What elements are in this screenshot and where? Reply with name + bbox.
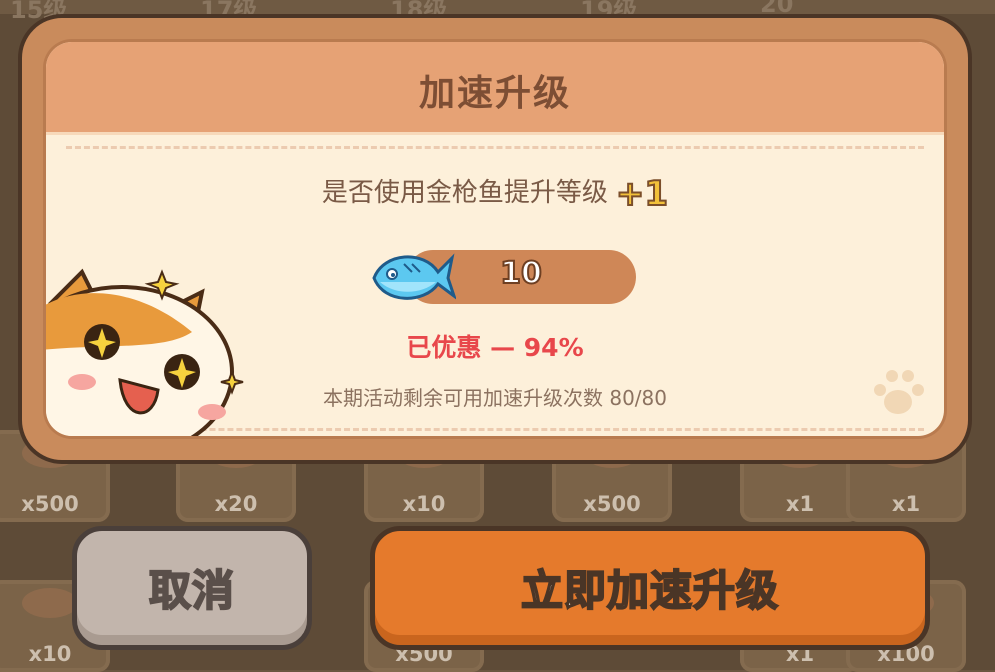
cat-mascot-icon <box>46 268 244 436</box>
tuna-fish-icon <box>372 253 456 300</box>
tile-quantity: x1 <box>785 492 815 516</box>
dialog-title: 加速升级 <box>418 73 571 114</box>
paw-print-icon <box>874 370 924 414</box>
tile-quantity: x1 <box>891 492 921 516</box>
upgrade-question: 是否使用金枪鱼提升等级 +1 <box>46 172 944 215</box>
dialog-panel: 加速升级 是否使用金枪鱼提升等级 +1 10 已优惠 — 94% 本期活动剩余可用… <box>46 42 944 436</box>
level-gain-value: 1 <box>643 173 669 215</box>
level-gain-sign: + <box>615 173 645 215</box>
cancel-button[interactable]: 取消 <box>72 526 312 650</box>
speed-upgrade-dialog: 加速升级 是否使用金枪鱼提升等级 +1 10 已优惠 — 94% 本期活动剩余可用… <box>18 14 972 464</box>
tile-quantity: x10 <box>402 492 446 516</box>
divider-dashed-top <box>66 146 924 149</box>
cancel-button-label: 取消 <box>148 565 235 616</box>
speed-upgrade-now-button[interactable]: 立即加速升级 <box>370 526 930 650</box>
background-level-bar <box>0 0 995 14</box>
tile-quantity: x20 <box>214 492 258 516</box>
confirm-button-label: 立即加速升级 <box>520 565 779 616</box>
tile-quantity: x500 <box>21 492 79 516</box>
tile-quantity: x500 <box>583 492 641 516</box>
dialog-header: 加速升级 <box>46 42 944 135</box>
question-text: 是否使用金枪鱼提升等级 <box>321 178 608 208</box>
